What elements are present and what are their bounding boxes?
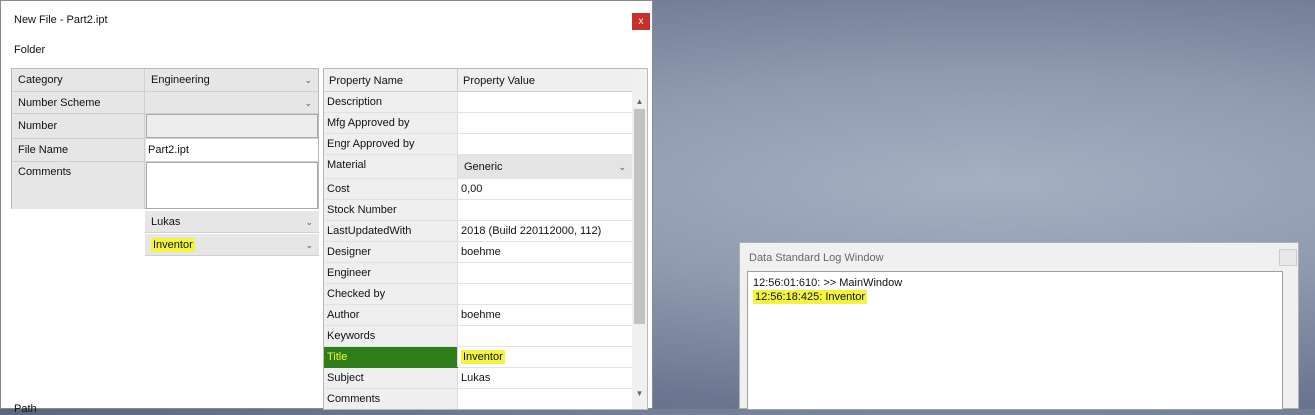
property-row-cost[interactable]: Cost 0,00 <box>324 179 632 200</box>
property-name: Mfg Approved by <box>324 113 458 133</box>
category-value: Engineering <box>151 74 210 86</box>
category-dropdown[interactable]: Engineering ⌄ <box>146 69 318 91</box>
log-line: 12:56:18:425: Inventor <box>753 290 868 304</box>
property-value[interactable] <box>458 92 632 112</box>
property-name: Stock Number <box>324 200 458 220</box>
user-value: Lukas <box>151 216 181 228</box>
comments-textarea[interactable] <box>146 162 318 209</box>
category-row: Category Engineering ⌄ <box>12 69 318 92</box>
property-row-author[interactable]: Author boehme <box>324 305 632 326</box>
log-window-title: Data Standard Log Window <box>749 252 884 264</box>
file-name-row: File Name Part2.ipt <box>12 139 318 162</box>
file-name-label: File Name <box>12 139 145 161</box>
chevron-down-icon: ⌄ <box>305 240 313 250</box>
property-row-description[interactable]: Description <box>324 92 632 113</box>
property-row-title[interactable]: Title Inventor <box>324 347 632 368</box>
user-dropdown[interactable]: Lukas ⌄ <box>145 211 319 233</box>
property-row-designer[interactable]: Designer boehme <box>324 242 632 263</box>
property-name: Engr Approved by <box>324 134 458 154</box>
property-value[interactable]: 2018 (Build 220112000, 112) <box>458 221 632 241</box>
comments-label: Comments <box>12 162 145 209</box>
material-value: Generic <box>464 161 503 173</box>
property-name: Engineer <box>324 263 458 283</box>
property-name: Author <box>324 305 458 325</box>
property-row-mfg-approved-by[interactable]: Mfg Approved by <box>324 113 632 134</box>
property-name: Subject <box>324 368 458 388</box>
title-value: Inventor <box>461 350 505 364</box>
property-value[interactable]: boehme <box>458 242 632 262</box>
log-output: 12:56:01:610: >> MainWindow 12:56:18:425… <box>747 271 1283 410</box>
property-grid-scrollbar[interactable]: ▲ ▼ <box>632 69 647 409</box>
number-scheme-dropdown[interactable]: ⌄ <box>146 92 318 113</box>
log-line-highlighted: 12:56:18:425: Inventor <box>753 290 868 304</box>
property-row-checked-by[interactable]: Checked by <box>324 284 632 305</box>
property-name: Description <box>324 92 458 112</box>
chevron-down-icon: ⌄ <box>304 75 312 85</box>
property-row-comments[interactable]: Comments <box>324 389 632 409</box>
property-value[interactable] <box>458 134 632 154</box>
property-name: Comments <box>324 389 458 409</box>
property-name: Designer <box>324 242 458 262</box>
number-scheme-label: Number Scheme <box>12 92 145 113</box>
number-scheme-row: Number Scheme ⌄ <box>12 92 318 114</box>
material-dropdown[interactable]: Generic ⌄ <box>458 155 632 178</box>
property-row-material[interactable]: Material Generic ⌄ <box>324 155 632 179</box>
property-value[interactable] <box>458 113 632 133</box>
property-value[interactable]: Inventor <box>458 347 632 367</box>
title-bar: New File - Part2.ipt x <box>1 1 652 39</box>
property-name: LastUpdatedWith <box>324 221 458 241</box>
log-line: 12:56:01:610: >> MainWindow <box>753 277 903 289</box>
application-dropdown[interactable]: Inventor ⌄ <box>145 234 319 256</box>
scroll-up-icon[interactable]: ▲ <box>634 97 645 106</box>
number-row: Number <box>12 114 318 139</box>
chevron-down-icon: ⌄ <box>304 98 312 108</box>
dialog-title: New File - Part2.ipt <box>14 14 108 26</box>
number-input[interactable] <box>146 114 318 138</box>
property-value[interactable]: 0,00 <box>458 179 632 199</box>
property-row-engr-approved-by[interactable]: Engr Approved by <box>324 134 632 155</box>
property-row-engineer[interactable]: Engineer <box>324 263 632 284</box>
property-row-subject[interactable]: Subject Lukas <box>324 368 632 389</box>
category-label: Category <box>12 69 145 91</box>
property-value[interactable] <box>458 263 632 283</box>
log-close-button[interactable] <box>1279 249 1297 266</box>
log-window: Data Standard Log Window 12:56:01:610: >… <box>739 242 1299 410</box>
property-name: Title <box>324 347 458 367</box>
chevron-down-icon: ⌄ <box>618 162 626 172</box>
new-file-dialog: New File - Part2.ipt x Folder Category E… <box>0 0 653 415</box>
file-fields-table: Category Engineering ⌄ Number Scheme ⌄ N… <box>11 68 319 209</box>
folder-label: Folder <box>14 44 46 56</box>
property-grid-header: Property Name Property Value <box>324 69 632 92</box>
close-button[interactable]: x <box>632 13 650 30</box>
property-value[interactable] <box>458 389 632 409</box>
property-name: Checked by <box>324 284 458 304</box>
property-row-last-updated-with[interactable]: LastUpdatedWith 2018 (Build 220112000, 1… <box>324 221 632 242</box>
property-name: Keywords <box>324 326 458 346</box>
number-label: Number <box>12 114 145 138</box>
property-row-stock-number[interactable]: Stock Number <box>324 200 632 221</box>
property-row-keywords[interactable]: Keywords <box>324 326 632 347</box>
scroll-down-icon[interactable]: ▼ <box>634 389 645 398</box>
path-label: Path <box>14 403 37 415</box>
property-grid: Property Name Property Value Description… <box>323 68 648 410</box>
property-value[interactable] <box>458 326 632 346</box>
property-value-header[interactable]: Property Value <box>458 69 535 93</box>
property-name: Material <box>324 155 458 178</box>
property-name-header[interactable]: Property Name <box>324 69 458 91</box>
property-value[interactable] <box>458 200 632 220</box>
property-value[interactable] <box>458 284 632 304</box>
application-value: Inventor <box>151 238 195 252</box>
file-name-input[interactable]: Part2.ipt <box>146 139 318 161</box>
property-value[interactable]: boehme <box>458 305 632 325</box>
comments-row: Comments <box>12 162 318 209</box>
chevron-down-icon: ⌄ <box>305 217 313 227</box>
property-name: Cost <box>324 179 458 199</box>
property-value[interactable]: Lukas <box>458 368 632 388</box>
scrollbar-thumb[interactable] <box>634 109 645 324</box>
